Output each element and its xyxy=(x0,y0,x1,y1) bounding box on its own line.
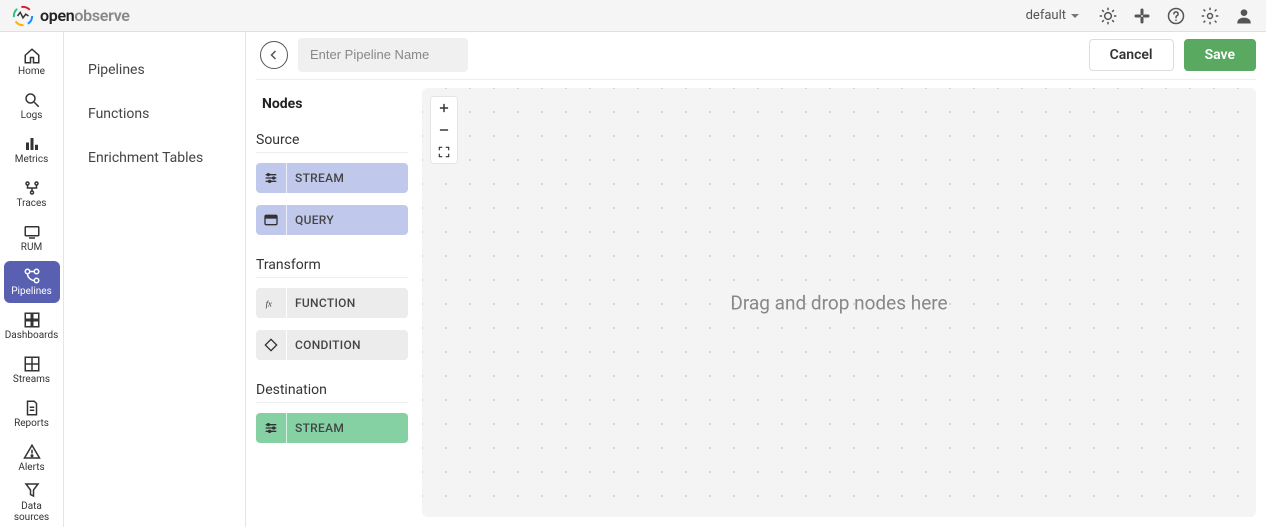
nav-label: RUM xyxy=(21,243,42,253)
nav-item-streams[interactable]: Streams xyxy=(4,349,60,391)
nav-label: Reports xyxy=(14,419,49,429)
palette-section-transform: Transform xyxy=(256,247,408,278)
pipeline-canvas[interactable]: Drag and drop nodes here xyxy=(422,88,1256,517)
topbar: openobserve default xyxy=(0,0,1266,32)
nav-item-reports[interactable]: Reports xyxy=(4,393,60,435)
palette-section-destination: Destination xyxy=(256,372,408,403)
query-icon xyxy=(256,205,286,235)
pipeline-editor: Cancel Save Nodes Source STREAM xyxy=(246,32,1266,527)
alerts-icon xyxy=(23,443,41,461)
filter-icon xyxy=(23,481,41,499)
nav-item-traces[interactable]: Traces xyxy=(4,173,60,215)
sliders-icon xyxy=(256,163,286,193)
nav-item-rum[interactable]: RUM xyxy=(4,217,60,259)
nav-label: Home xyxy=(18,67,45,77)
settings-icon[interactable] xyxy=(1200,6,1220,26)
traces-icon xyxy=(23,179,41,197)
dashboard-icon xyxy=(23,311,41,329)
nodes-palette: Nodes Source STREAM QUERY Transfor xyxy=(256,88,408,517)
node-destination-stream[interactable]: STREAM xyxy=(256,413,408,443)
org-selector[interactable]: default xyxy=(1022,6,1084,25)
org-label: default xyxy=(1026,8,1066,23)
app-body: Home Logs Metrics Traces RUM xyxy=(0,32,1266,527)
rum-icon xyxy=(23,223,41,241)
cancel-button[interactable]: Cancel xyxy=(1089,39,1174,71)
nav-item-logs[interactable]: Logs xyxy=(4,85,60,127)
nav-rail: Home Logs Metrics Traces RUM xyxy=(0,32,64,527)
brand-logo-icon xyxy=(12,5,34,27)
editor-body: Nodes Source STREAM QUERY Transfor xyxy=(256,80,1256,517)
palette-title: Nodes xyxy=(256,88,408,122)
pipelines-icon xyxy=(23,267,41,285)
svg-text:fx: fx xyxy=(265,298,271,308)
nav-item-home[interactable]: Home xyxy=(4,41,60,83)
zoom-out-button[interactable] xyxy=(431,119,457,141)
nav-label: Metrics xyxy=(15,155,49,165)
palette-section-source: Source xyxy=(256,122,408,153)
nav-label: Alerts xyxy=(18,463,44,473)
brand-observe: observe xyxy=(74,6,129,25)
node-source-query[interactable]: QUERY xyxy=(256,205,408,235)
slack-icon[interactable] xyxy=(1132,6,1152,26)
bar-chart-icon xyxy=(23,135,41,153)
sliders-icon xyxy=(256,413,286,443)
secondary-item-pipelines[interactable]: Pipelines xyxy=(64,48,245,92)
condition-icon xyxy=(256,330,286,360)
node-transform-function[interactable]: fx FUNCTION xyxy=(256,288,408,318)
function-icon: fx xyxy=(256,288,286,318)
chevron-down-icon xyxy=(1070,11,1080,21)
back-button[interactable] xyxy=(260,41,288,69)
node-label: STREAM xyxy=(287,421,344,435)
brand-open: open xyxy=(40,6,74,25)
brand-text: openobserve xyxy=(40,6,130,25)
node-label: CONDITION xyxy=(287,338,361,352)
canvas-controls xyxy=(430,96,458,164)
nav-item-metrics[interactable]: Metrics xyxy=(4,129,60,171)
secondary-item-enrichment-tables[interactable]: Enrichment Tables xyxy=(64,136,245,180)
editor-header: Cancel Save xyxy=(256,32,1256,80)
canvas-placeholder-text: Drag and drop nodes here xyxy=(730,291,947,314)
brand: openobserve xyxy=(12,5,130,27)
search-icon xyxy=(23,91,41,109)
home-icon xyxy=(23,47,41,65)
secondary-sidebar: Pipelines Functions Enrichment Tables xyxy=(64,32,246,527)
nav-item-pipelines[interactable]: Pipelines xyxy=(4,261,60,303)
node-transform-condition[interactable]: CONDITION xyxy=(256,330,408,360)
node-source-stream[interactable]: STREAM xyxy=(256,163,408,193)
node-label: FUNCTION xyxy=(287,296,356,310)
theme-toggle-icon[interactable] xyxy=(1098,6,1118,26)
save-button[interactable]: Save xyxy=(1184,39,1256,71)
nav-label: Streams xyxy=(13,375,50,385)
reports-icon xyxy=(23,399,41,417)
streams-icon xyxy=(23,355,41,373)
nav-item-alerts[interactable]: Alerts xyxy=(4,437,60,479)
nav-label: Traces xyxy=(17,199,47,209)
user-icon[interactable] xyxy=(1234,6,1254,26)
node-label: STREAM xyxy=(287,171,344,185)
secondary-item-functions[interactable]: Functions xyxy=(64,92,245,136)
nav-label: Data sources xyxy=(4,501,60,523)
nav-label: Logs xyxy=(21,111,43,121)
nav-item-data-sources[interactable]: Data sources xyxy=(4,481,60,523)
node-label: QUERY xyxy=(287,213,334,227)
fit-view-button[interactable] xyxy=(431,141,457,163)
nav-label: Dashboards xyxy=(5,331,59,341)
nav-item-dashboards[interactable]: Dashboards xyxy=(4,305,60,347)
nav-label: Pipelines xyxy=(11,287,52,297)
topbar-right: default xyxy=(1022,6,1254,26)
help-icon[interactable] xyxy=(1166,6,1186,26)
pipeline-name-input[interactable] xyxy=(298,38,468,72)
zoom-in-button[interactable] xyxy=(431,97,457,119)
